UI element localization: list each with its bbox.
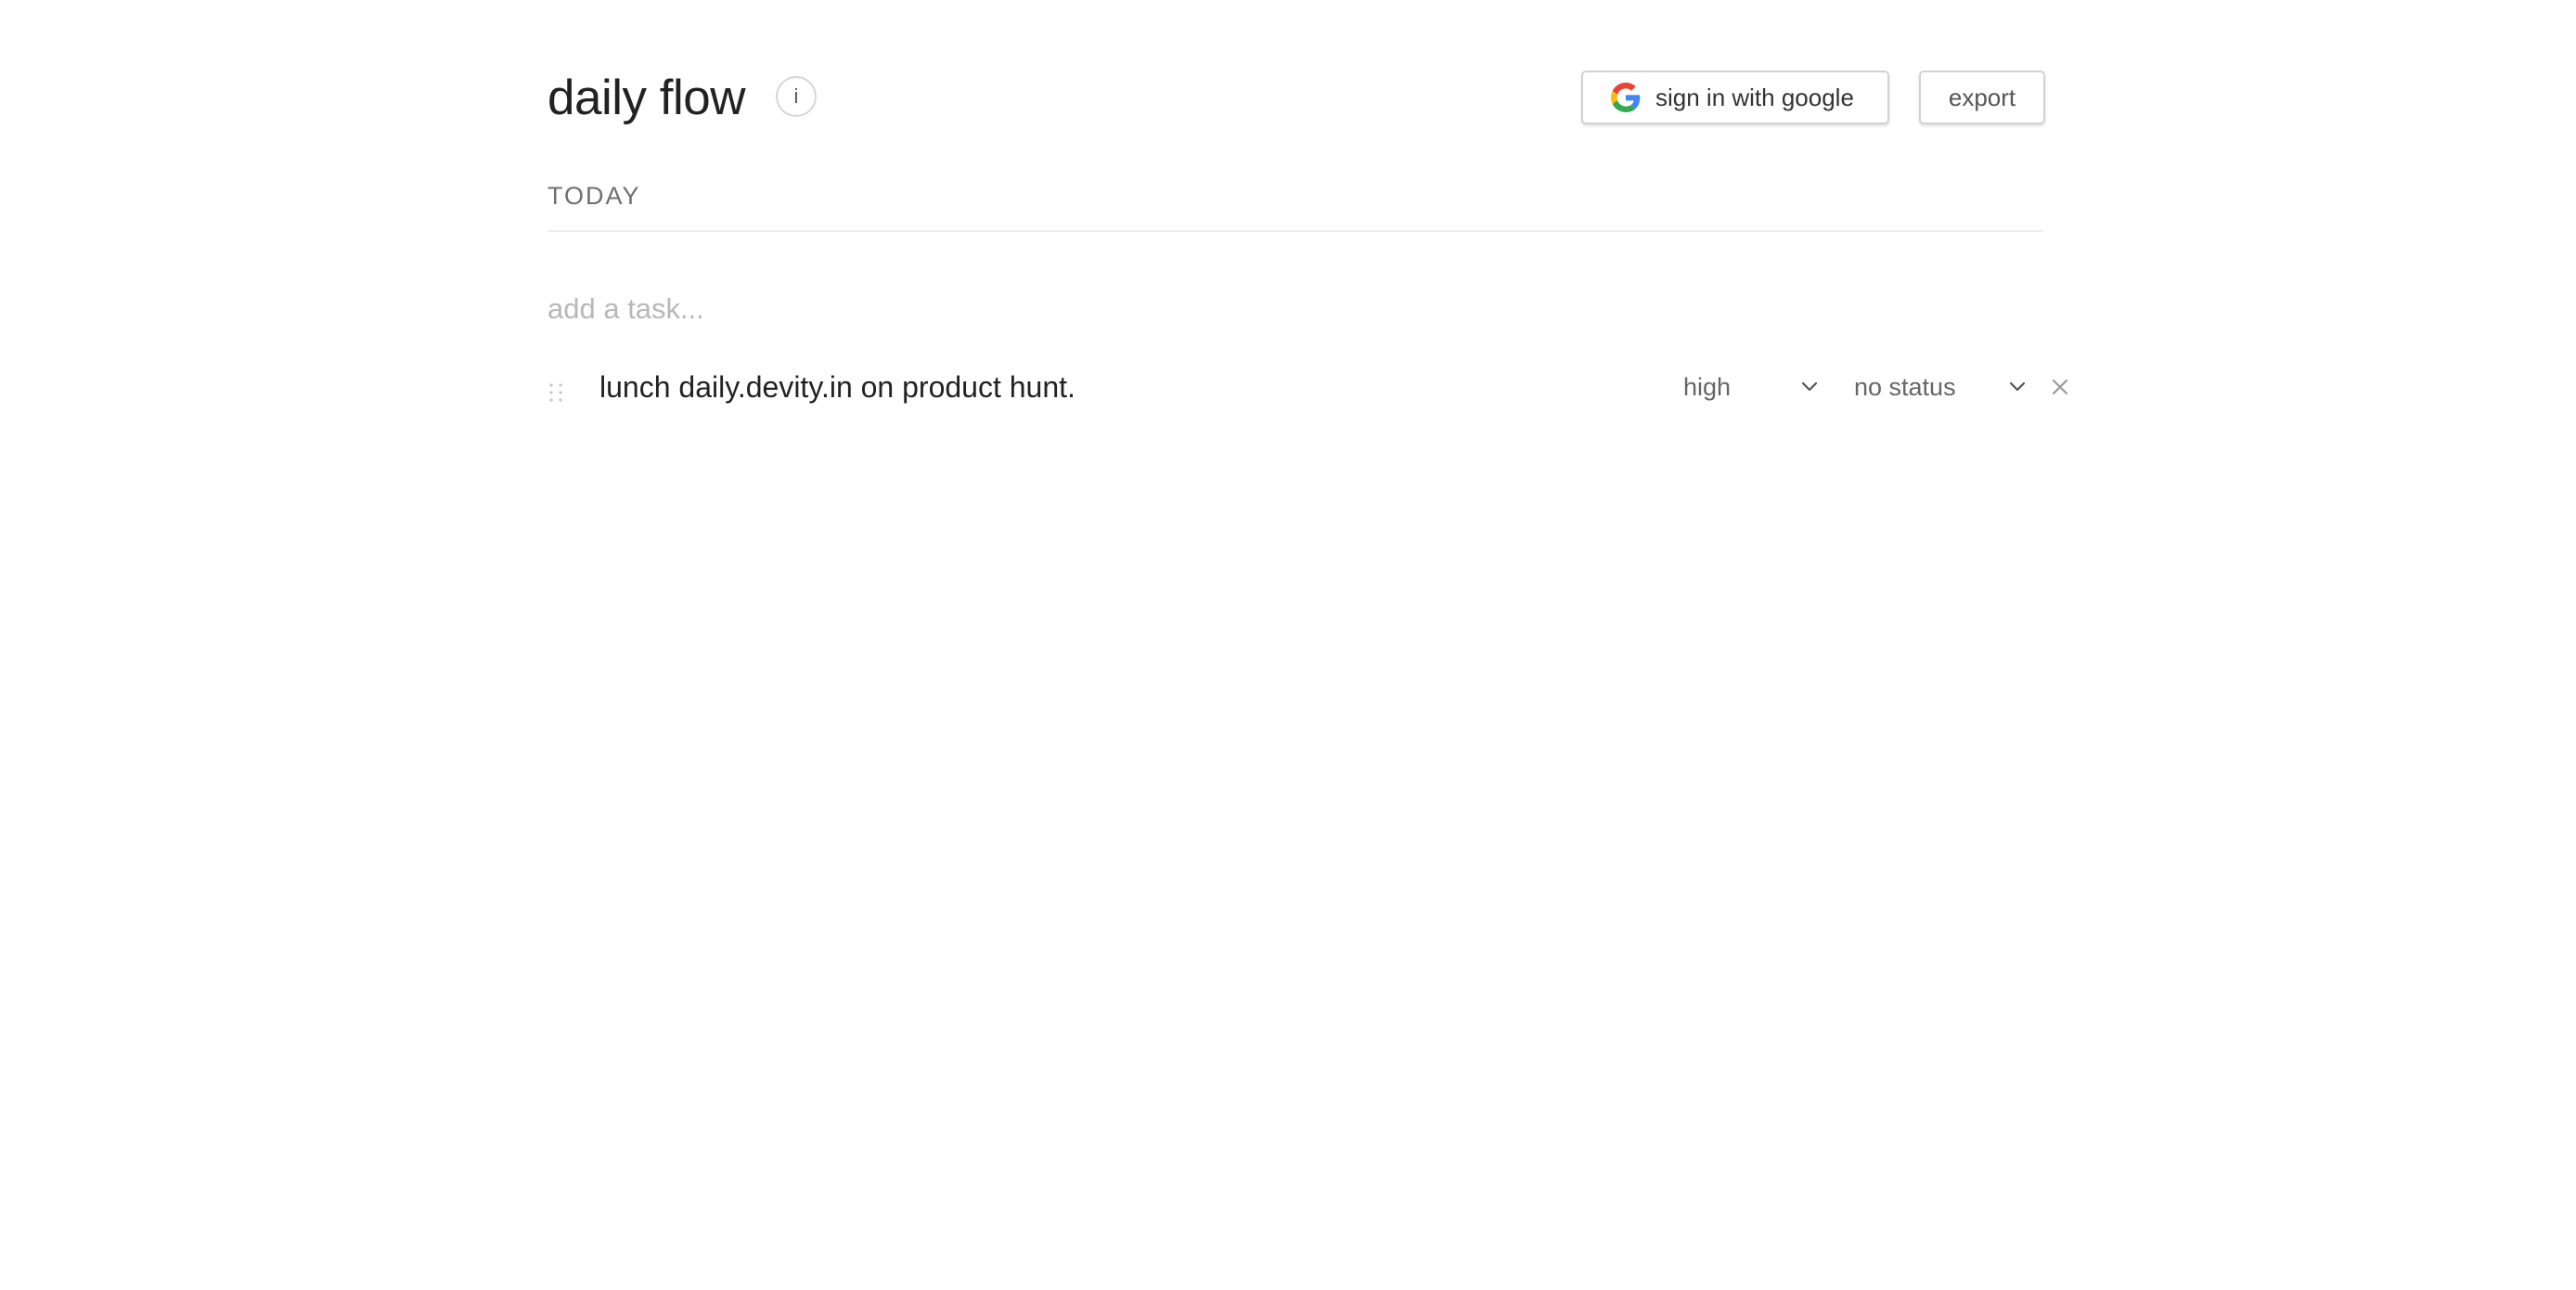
chevron-down-icon bbox=[1801, 381, 1818, 392]
chevron-down-icon bbox=[2009, 381, 2026, 392]
app-title: daily flow bbox=[547, 71, 745, 125]
section-label-today: TODAY bbox=[547, 182, 641, 210]
sign-in-with-google-button[interactable]: sign in with google bbox=[1581, 71, 1889, 124]
info-button[interactable]: i bbox=[776, 76, 817, 117]
google-icon bbox=[1611, 83, 1641, 112]
status-value: no status bbox=[1854, 372, 1956, 401]
priority-value: high bbox=[1683, 372, 1732, 401]
page: daily flow i sign in with google export … bbox=[0, 0, 2576, 1290]
close-icon[interactable] bbox=[2049, 376, 2071, 398]
add-task-input[interactable] bbox=[547, 286, 2043, 332]
export-button[interactable]: export bbox=[1919, 71, 2045, 124]
priority-select[interactable]: high bbox=[1683, 364, 1819, 410]
header: daily flow i sign in with google export bbox=[547, 71, 2045, 126]
status-select[interactable]: no status bbox=[1854, 364, 2027, 410]
section-divider bbox=[547, 230, 2043, 232]
drag-handle-icon[interactable] bbox=[547, 382, 566, 405]
task-row: lunch daily.devity.in on product hunt. h… bbox=[547, 364, 2069, 410]
task-text[interactable]: lunch daily.devity.in on product hunt. bbox=[599, 364, 1075, 410]
sign-in-with-google-label: sign in with google bbox=[1655, 83, 1854, 111]
